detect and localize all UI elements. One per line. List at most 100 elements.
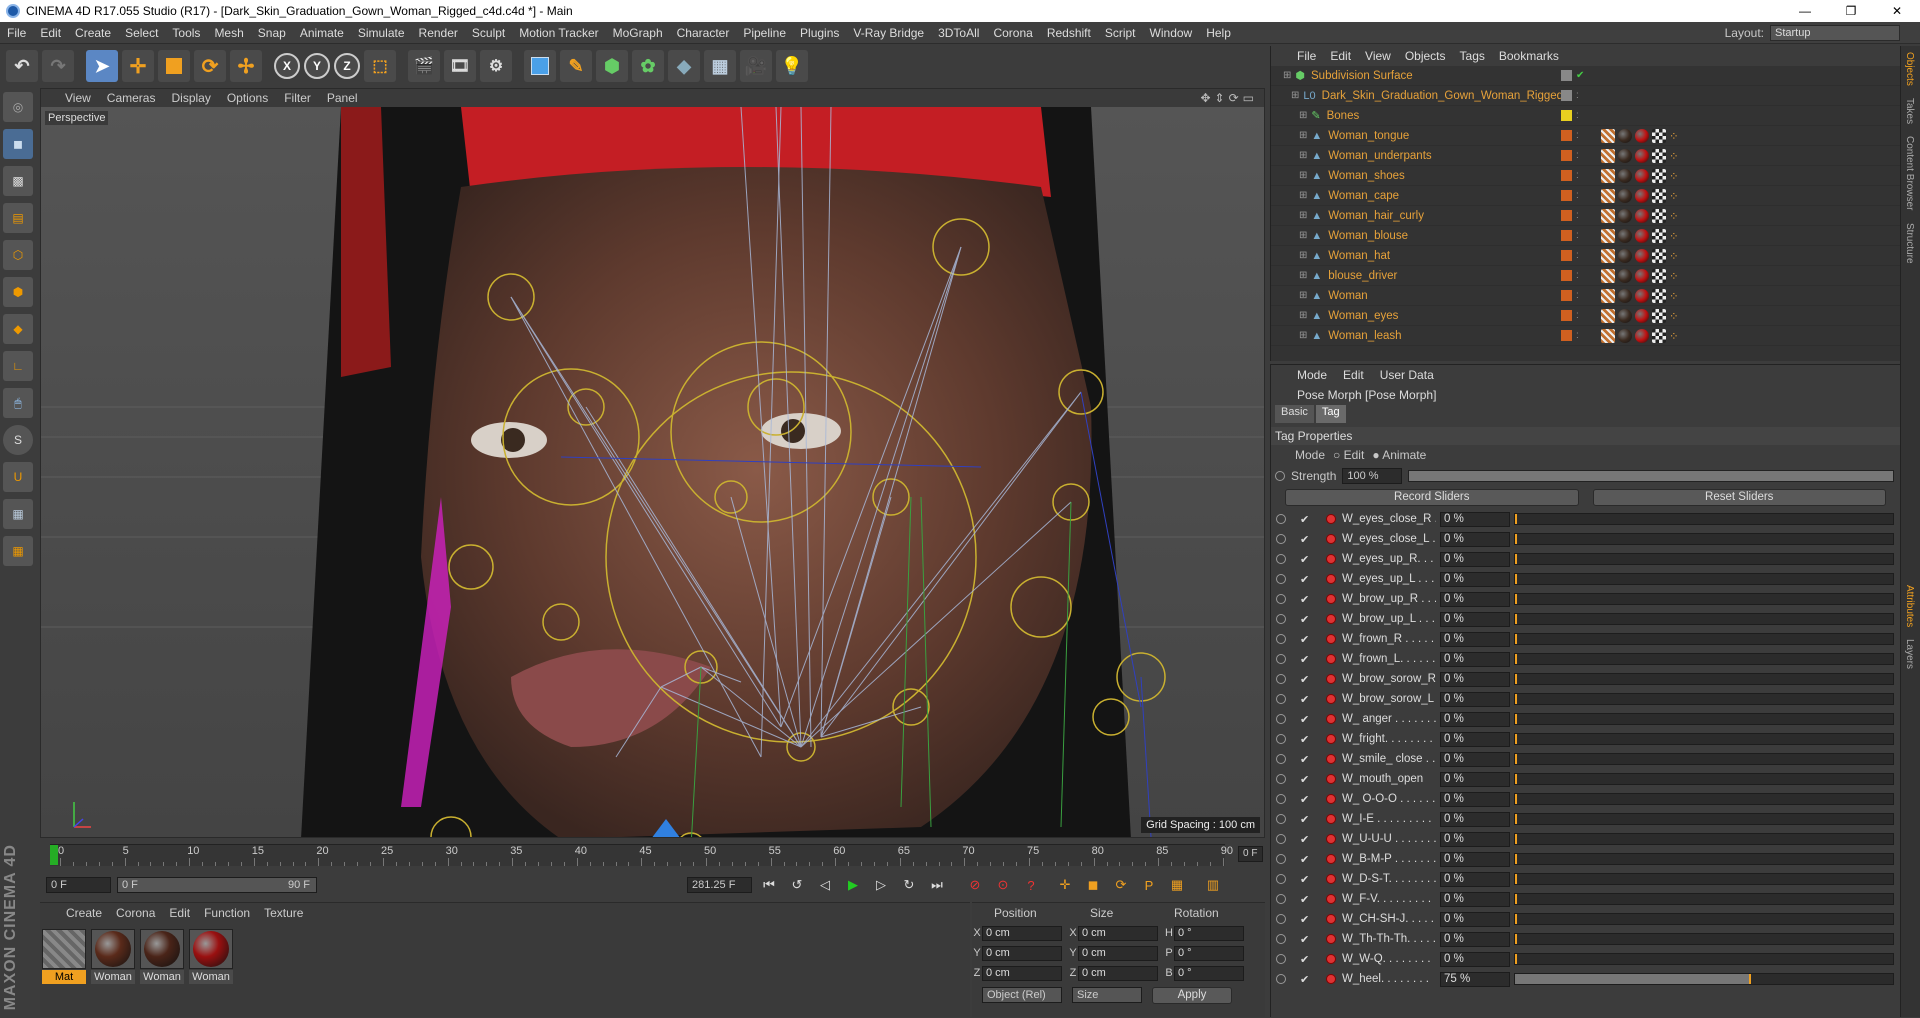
morph-slider-handle[interactable] (1515, 574, 1517, 584)
menu-item-window[interactable]: Window (1143, 22, 1200, 44)
morph-slider-handle[interactable] (1515, 774, 1517, 784)
morph-slider-handle[interactable] (1515, 754, 1517, 764)
object-visibility-controls[interactable]: : (1561, 310, 1579, 321)
menu-item-render[interactable]: Render (412, 22, 465, 44)
enable-checkbox[interactable]: ✔ (1300, 673, 1312, 686)
animation-keyframe-icon[interactable] (1276, 974, 1286, 984)
morph-slider[interactable] (1514, 953, 1894, 965)
object-menu-file[interactable]: File (1297, 49, 1316, 63)
morph-slider-row[interactable]: ✔ W_ anger . . . . . . . 0 % (1271, 709, 1900, 729)
material-swatch[interactable]: Woman (91, 929, 135, 984)
material-tag-icon[interactable] (1618, 208, 1632, 223)
key-rotation-icon[interactable]: ⟳ (1110, 874, 1132, 896)
perspective-viewport[interactable]: View Cameras Display Options Filter Panel ✥⇕⟳▭ (40, 88, 1265, 838)
weight-tag-icon[interactable]: ⁘ (1669, 269, 1679, 283)
camera-icon[interactable]: 🎥 (740, 50, 772, 82)
layer-color-swatch[interactable] (1561, 230, 1572, 241)
material-menu-edit[interactable]: Edit (169, 906, 190, 920)
menu-item-animate[interactable]: Animate (293, 22, 351, 44)
layer-color-swatch[interactable] (1561, 110, 1572, 121)
undo-icon[interactable]: ↶ (6, 50, 38, 82)
menu-item-redshift[interactable]: Redshift (1040, 22, 1098, 44)
material-tag-icon[interactable] (1635, 128, 1649, 143)
transform-icon[interactable]: ✢ (230, 50, 262, 82)
expand-toggle-icon[interactable]: ⊞ (1299, 250, 1307, 261)
strength-field[interactable]: 100 % (1342, 468, 1403, 484)
expand-toggle-icon[interactable]: ⊞ (1299, 310, 1307, 321)
key-scale-icon[interactable]: ◼ (1082, 874, 1104, 896)
morph-slider[interactable] (1514, 973, 1894, 985)
play-icon[interactable]: ▶ (842, 874, 864, 896)
weight-tag-icon[interactable]: ⁘ (1669, 229, 1679, 243)
animation-keyframe-icon[interactable] (1276, 514, 1286, 524)
morph-slider-handle[interactable] (1515, 654, 1517, 664)
pose-morph-tag-icon[interactable] (1601, 308, 1615, 323)
morph-slider-handle[interactable] (1515, 794, 1517, 804)
morph-slider[interactable] (1514, 693, 1894, 705)
animation-keyframe-icon[interactable] (1276, 854, 1286, 864)
material-tag-icon[interactable] (1618, 188, 1632, 203)
enable-checkbox[interactable]: ✔ (1300, 593, 1312, 606)
mode-animate-radio[interactable]: ● Animate (1372, 448, 1426, 462)
morph-slider-row[interactable]: ✔ W_eyes_close_R . . . 0 % (1271, 509, 1900, 529)
next-keyframe-icon[interactable]: ↻ (898, 874, 920, 896)
morph-value-field[interactable]: 0 % (1440, 891, 1510, 907)
visibility-dots-icon[interactable]: : (1576, 330, 1579, 341)
morph-slider[interactable] (1514, 813, 1894, 825)
animation-keyframe-icon[interactable] (1276, 674, 1286, 684)
layer-color-swatch[interactable] (1561, 270, 1572, 281)
morph-slider-handle[interactable] (1515, 714, 1517, 724)
animation-keyframe-icon[interactable] (1276, 694, 1286, 704)
object-visibility-controls[interactable]: : (1561, 170, 1579, 181)
object-tags[interactable]: ⁘ (1601, 228, 1679, 243)
viewport-menu-filter[interactable]: Filter (284, 91, 311, 105)
attributes-menu-user-data[interactable]: User Data (1380, 368, 1434, 382)
side-tab-attributes[interactable]: Attributes (1901, 579, 1918, 633)
enable-checkbox[interactable]: ✔ (1300, 633, 1312, 646)
menu-item-plugins[interactable]: Plugins (793, 22, 846, 44)
morph-value-field[interactable]: 0 % (1440, 951, 1510, 967)
expand-toggle-icon[interactable]: ⊞ (1299, 210, 1307, 221)
morph-value-field[interactable]: 0 % (1440, 691, 1510, 707)
morph-slider[interactable] (1514, 533, 1894, 545)
size-field[interactable]: 0 cm (1078, 965, 1158, 981)
workplane-lock-icon[interactable]: ▦ (3, 536, 33, 566)
animation-keyframe-icon[interactable] (1276, 774, 1286, 784)
material-tag-icon[interactable] (1635, 308, 1649, 323)
expand-toggle-icon[interactable]: ⊞ (1283, 70, 1291, 81)
reset-sliders-button[interactable]: Reset Sliders (1592, 489, 1886, 506)
current-frame-field[interactable]: 0 F (1238, 846, 1263, 862)
menu-item-3dtoall[interactable]: 3DToAll (931, 22, 986, 44)
start-frame-field[interactable]: 0 F (46, 877, 111, 893)
layout-select[interactable]: Startup (1770, 25, 1900, 41)
apply-button[interactable]: Apply (1152, 987, 1232, 1004)
enable-checkbox[interactable]: ✔ (1300, 833, 1312, 846)
morph-slider[interactable] (1514, 653, 1894, 665)
size-field[interactable]: 0 cm (1078, 925, 1158, 941)
viewport-menu-panel[interactable]: Panel (327, 91, 358, 105)
animation-keyframe-icon[interactable] (1276, 954, 1286, 964)
morph-slider-handle[interactable] (1515, 614, 1517, 624)
menu-item-mesh[interactable]: Mesh (207, 22, 250, 44)
weight-tag-icon[interactable]: ⁘ (1669, 329, 1679, 343)
morph-slider-row[interactable]: ✔ W_fright. . . . . . . . 0 % (1271, 729, 1900, 749)
animation-keyframe-icon[interactable] (1276, 594, 1286, 604)
morph-value-field[interactable]: 0 % (1440, 751, 1510, 767)
morph-slider[interactable] (1514, 853, 1894, 865)
enable-checkbox[interactable]: ✔ (1300, 573, 1312, 586)
expand-toggle-icon[interactable]: ⊞ (1299, 130, 1307, 141)
expand-toggle-icon[interactable]: ⊞ (1299, 110, 1307, 121)
object-visibility-controls[interactable]: : (1561, 330, 1579, 341)
coordinate-system-icon[interactable]: ⬚ (364, 50, 396, 82)
expand-toggle-icon[interactable]: ⊞ (1299, 290, 1307, 301)
menu-item-select[interactable]: Select (118, 22, 165, 44)
expand-toggle-icon[interactable]: ⊞ (1291, 90, 1299, 101)
object-tags[interactable]: ⁘ (1601, 188, 1679, 203)
object-visibility-controls[interactable]: ✔ (1561, 70, 1584, 81)
weight-tag-icon[interactable]: ⁘ (1669, 129, 1679, 143)
weight-tag-icon[interactable]: ⁘ (1669, 249, 1679, 263)
morph-value-field[interactable]: 0 % (1440, 511, 1510, 527)
morph-slider-handle[interactable] (1515, 694, 1517, 704)
expand-toggle-icon[interactable]: ⊞ (1299, 190, 1307, 201)
layer-color-swatch[interactable] (1561, 150, 1572, 161)
